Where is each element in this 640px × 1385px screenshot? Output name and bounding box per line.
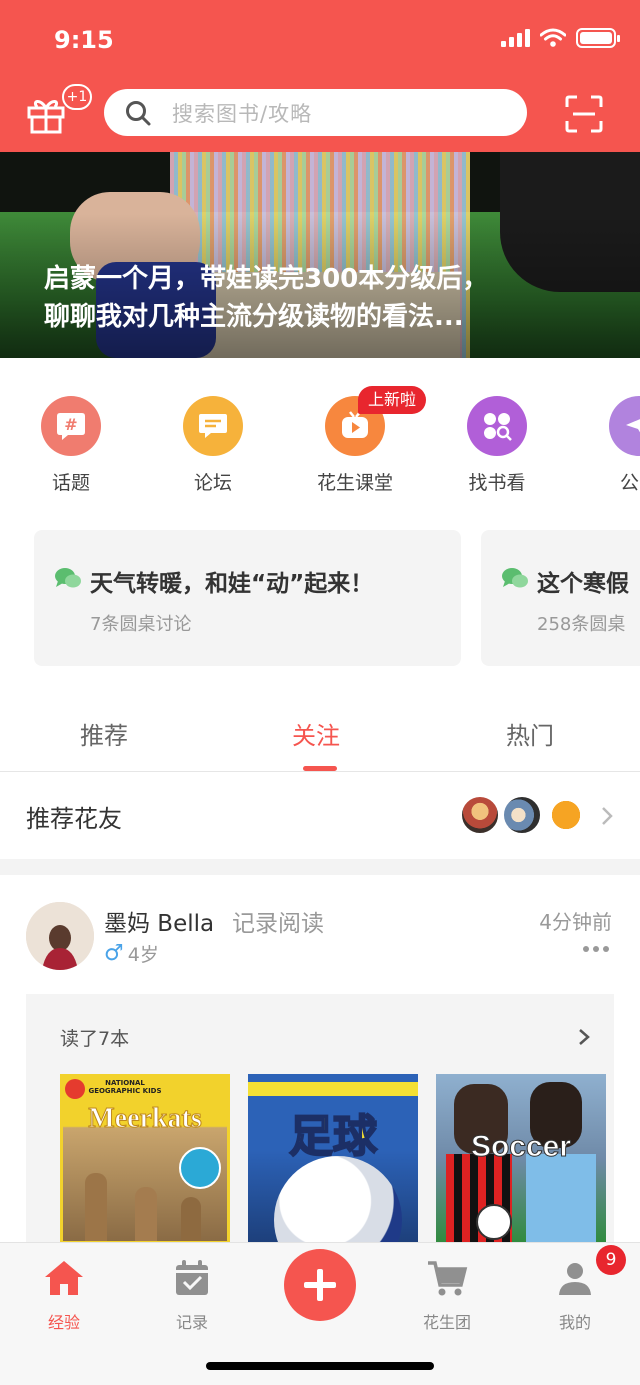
add-post-button[interactable] [284, 1249, 356, 1321]
avatar[interactable] [26, 902, 94, 970]
discussion-icon [55, 568, 81, 588]
book-cover[interactable]: Soccer [436, 1074, 606, 1244]
home-indicator [206, 1362, 434, 1370]
cart-icon [428, 1261, 468, 1296]
section-divider [0, 859, 640, 875]
tab-hot[interactable]: 热门 [506, 716, 554, 751]
post-author[interactable]: 墨妈 Bella [104, 904, 214, 938]
send-icon [609, 396, 640, 456]
tab-indicator [303, 766, 337, 771]
child-age: ♂ 4岁 [104, 941, 159, 966]
nav-peanut-group[interactable]: 花生团 [397, 1257, 497, 1333]
post-action: 记录阅读 [232, 911, 324, 937]
gift-badge: +1 [62, 84, 92, 110]
quick-item-public[interactable]: 公众 [579, 396, 640, 495]
avatar [460, 795, 500, 835]
banner-carousel[interactable]: 启蒙一个月，带娃读完300本分级后， 聊聊我对几种主流分级读物的看法... [0, 152, 640, 358]
banner-title: 启蒙一个月，带娃读完300本分级后， 聊聊我对几种主流分级读物的看法... [44, 264, 489, 332]
round-table-card[interactable]: 这个寒假 258条圆桌 [481, 530, 640, 666]
more-icon[interactable] [583, 946, 609, 952]
calendar-check-icon [176, 1260, 208, 1295]
grid-search-icon [467, 396, 527, 456]
status-time: 9:15 [54, 26, 114, 54]
book-cover[interactable]: 足球 [248, 1074, 418, 1244]
chat-bubble-icon [183, 396, 243, 456]
round-table-card[interactable]: 天气转暖，和娃“动”起来！ 7条圆桌讨论 [34, 530, 461, 666]
user-icon [559, 1263, 591, 1295]
read-count: 读了7本 [60, 1028, 130, 1050]
hashtag-icon: # [41, 396, 101, 456]
feed-tabs: 推荐 关注 热门 [0, 700, 640, 772]
avatar [502, 795, 542, 835]
gift-icon[interactable] [26, 94, 66, 134]
reading-record[interactable]: 读了7本 NATIONAL GEOGRAPHIC KIDS Meerkats 足… [26, 994, 614, 1244]
battery-icon [576, 28, 620, 48]
notification-badge: 9 [596, 1245, 626, 1275]
quick-menu: # 话题 论坛 花生课堂 找书看 公 [0, 396, 640, 506]
post-time: 4分钟前 [539, 910, 612, 934]
svg-text:#: # [64, 415, 77, 434]
signal-icon [501, 29, 530, 47]
new-badge: 上新啦 [358, 386, 426, 414]
quick-item-forum[interactable]: 论坛 [153, 396, 273, 495]
recommend-friends-row[interactable]: 推荐花友 [0, 773, 640, 859]
nav-record[interactable]: 记录 [142, 1257, 242, 1333]
search-bar[interactable]: 搜索图书/攻略 [104, 89, 527, 136]
tab-following[interactable]: 关注 [292, 716, 340, 751]
app-header: 9:15 +1 搜索图书/攻略 [0, 0, 640, 152]
search-placeholder: 搜索图书/攻略 [172, 101, 313, 126]
quick-item-topic[interactable]: # 话题 [11, 396, 131, 495]
discussion-icon [502, 568, 528, 588]
scan-icon[interactable] [565, 95, 603, 133]
wifi-icon [540, 28, 566, 47]
avatar [546, 795, 586, 835]
search-icon [126, 100, 151, 125]
chevron-right-icon [602, 807, 613, 825]
tab-recommend[interactable]: 推荐 [80, 716, 128, 751]
nav-experience[interactable]: 经验 [14, 1257, 114, 1333]
book-cover[interactable]: NATIONAL GEOGRAPHIC KIDS Meerkats [60, 1074, 230, 1244]
chevron-right-icon [579, 1029, 590, 1045]
home-icon [45, 1261, 83, 1295]
plus-icon [304, 1269, 336, 1301]
status-icons [501, 28, 620, 48]
male-icon: ♂ [104, 941, 124, 966]
quick-item-find-books[interactable]: 找书看 [437, 396, 557, 495]
